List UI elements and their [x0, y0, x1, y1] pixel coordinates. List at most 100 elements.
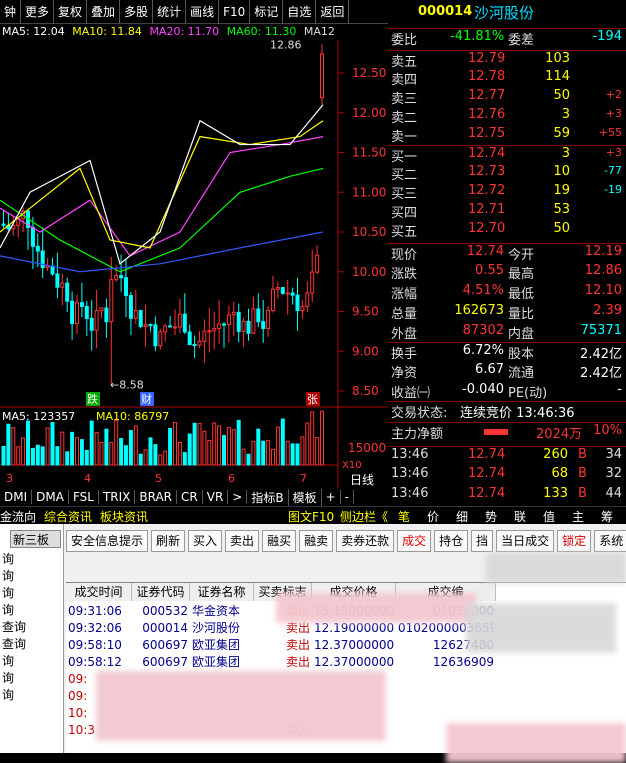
trade-button[interactable]: 安全信息提示 — [66, 530, 149, 552]
table-row[interactable]: 09:58:12 600697 欧亚集团 卖出 12.37000000 12636909 — [66, 654, 626, 671]
ask-row: 卖三 12.77 50 +2 — [388, 88, 626, 108]
cell-name: 沙河股份 — [192, 621, 241, 635]
toolbar-item[interactable]: F10 — [219, 0, 251, 24]
y-tick: 12.50 — [352, 66, 386, 80]
cell-code: 000014 — [142, 621, 188, 635]
panel-tab[interactable]: 细 — [456, 508, 468, 525]
indicator-tab[interactable]: BRAR — [135, 490, 178, 504]
toolbar-item[interactable]: 返回 — [316, 0, 350, 24]
indicator-tab[interactable]: + — [322, 490, 341, 504]
indicator-tab[interactable]: CR — [177, 490, 203, 504]
quote-value: 12.19 — [584, 244, 622, 259]
toolbar-item[interactable]: 钟 — [0, 0, 22, 24]
info-tab[interactable]: 金流向 — [0, 508, 36, 525]
volume-bar — [84, 449, 89, 466]
indicator-tab[interactable]: FSL — [69, 490, 99, 504]
toolbar-item[interactable]: 复权 — [54, 0, 88, 24]
trade-button[interactable]: 买入 — [188, 530, 223, 552]
quote-value: 75371 — [580, 323, 622, 338]
panel-tab[interactable]: 势 — [485, 508, 497, 525]
table-header[interactable]: 证券名称 — [190, 583, 254, 601]
indicator-tab[interactable]: - — [341, 490, 355, 504]
y-tick: 8.50 — [352, 384, 379, 398]
indicator-tabs: DMI DMA FSL TRIX BRAR CR VR > 指标B 模板 + - — [0, 488, 388, 506]
panel-tab[interactable]: 价 — [427, 508, 439, 525]
table-header[interactable]: 证券代码 — [132, 583, 190, 601]
indicator-tab[interactable]: > — [228, 490, 248, 504]
function-item[interactable]: 查询 — [0, 635, 63, 652]
volume-bar — [320, 410, 324, 466]
indicator-tab[interactable]: DMI — [0, 490, 33, 504]
indicator-tab[interactable]: 模板 — [289, 488, 322, 506]
info-tab[interactable]: 综合资讯 — [44, 508, 92, 525]
panel-tab[interactable]: 联 — [514, 508, 526, 525]
panel-tab[interactable]: 主 — [572, 508, 584, 525]
function-item[interactable]: 询 — [0, 601, 63, 618]
function-list: 新三板询询询询查询 查询询询询 — [0, 524, 64, 753]
candle-body — [261, 321, 266, 330]
indicator-tab[interactable]: 指标B — [247, 488, 289, 506]
trade-button[interactable]: 融买 — [262, 530, 297, 552]
volume-bar — [222, 435, 226, 466]
quote-label: 外盘 — [391, 327, 418, 342]
table-header[interactable]: 成交时间 — [66, 583, 132, 601]
bid-vol: 10 — [553, 164, 570, 179]
indicator-tab[interactable]: TRIX — [99, 490, 136, 504]
toolbar-item[interactable]: 更多 — [21, 0, 55, 24]
trade-button[interactable]: 系统 — [594, 530, 626, 552]
bid-vol: 3 — [561, 146, 570, 161]
volume-bar — [138, 453, 143, 466]
trade-button[interactable]: 锁定 — [557, 530, 592, 552]
function-item[interactable]: 询 — [0, 669, 63, 686]
function-item[interactable]: 询 — [0, 686, 63, 703]
trade-button[interactable]: 融卖 — [299, 530, 334, 552]
panel-tab[interactable]: 值 — [543, 508, 555, 525]
bid-price: 12.74 — [468, 146, 506, 161]
toolbar-item[interactable]: 多股 — [120, 0, 154, 24]
panel-tab[interactable]: 笔 — [398, 508, 410, 525]
trade-button[interactable]: 挡 — [471, 530, 494, 552]
function-item[interactable]: 询 — [0, 567, 63, 584]
function-item[interactable]: 查询 — [0, 618, 63, 635]
toolbar-item[interactable]: 标记 — [250, 0, 284, 24]
trade-button[interactable]: 刷新 — [151, 530, 186, 552]
toolbar-item[interactable]: 画线 — [186, 0, 220, 24]
volume-bar — [251, 440, 256, 466]
function-item[interactable]: 询 — [0, 652, 63, 669]
kline-chart[interactable]: 12.50 12.00 11.50 11.00 10.50 10.00 9.50 9.00 8.… — [0, 40, 388, 512]
candle-body — [60, 282, 65, 288]
bid-row: 买一 12.74 3 +3 — [388, 145, 626, 165]
ask-change: +2 — [605, 88, 622, 101]
volume-bar — [295, 443, 300, 466]
quote-label: 现价 — [391, 248, 418, 263]
sidebar-toggle[interactable]: 侧边栏《 — [340, 508, 388, 525]
event-marker-label: 跌 — [87, 392, 98, 406]
toolbar-item[interactable]: 统计 — [153, 0, 187, 24]
toolbar-item[interactable]: 自选 — [283, 0, 317, 24]
toolbar-item[interactable]: 叠加 — [87, 0, 121, 24]
volume-bar — [16, 446, 21, 466]
trade-button[interactable]: 持仓 — [434, 530, 469, 552]
volume-bar — [177, 441, 182, 466]
ask-change: +3 — [605, 107, 622, 120]
info-tab[interactable]: 板块资讯 — [100, 508, 148, 525]
volume-bar — [1, 445, 6, 466]
function-item[interactable]: 询 — [0, 550, 63, 567]
tick-vol: 260 — [543, 447, 568, 462]
tick-price: 12.74 — [468, 466, 506, 481]
volume-bar — [207, 439, 212, 466]
indicator-tab[interactable]: DMA — [32, 490, 69, 504]
deal-table: 成交时间 证券代码 证券名称 买卖标志 成交价格 成交编 09:31:06 000532 华金资… — [66, 553, 626, 763]
trade-button[interactable]: 当日成交 — [496, 530, 555, 552]
trade-button[interactable]: 卖券还款 — [336, 530, 395, 552]
function-item[interactable]: 新三板 — [10, 530, 61, 548]
bid-change: +3 — [605, 146, 622, 159]
trade-button[interactable]: 卖出 — [225, 530, 260, 552]
volume-bar — [173, 421, 177, 466]
trade-button[interactable]: 成交 — [397, 530, 432, 552]
cell-price: 12.37000000 — [314, 655, 394, 669]
panel-tab[interactable]: 筹 — [601, 508, 613, 525]
f10-tab[interactable]: 图文F10 — [288, 508, 334, 525]
function-item[interactable]: 询 — [0, 584, 63, 601]
indicator-tab[interactable]: VR — [203, 490, 229, 504]
